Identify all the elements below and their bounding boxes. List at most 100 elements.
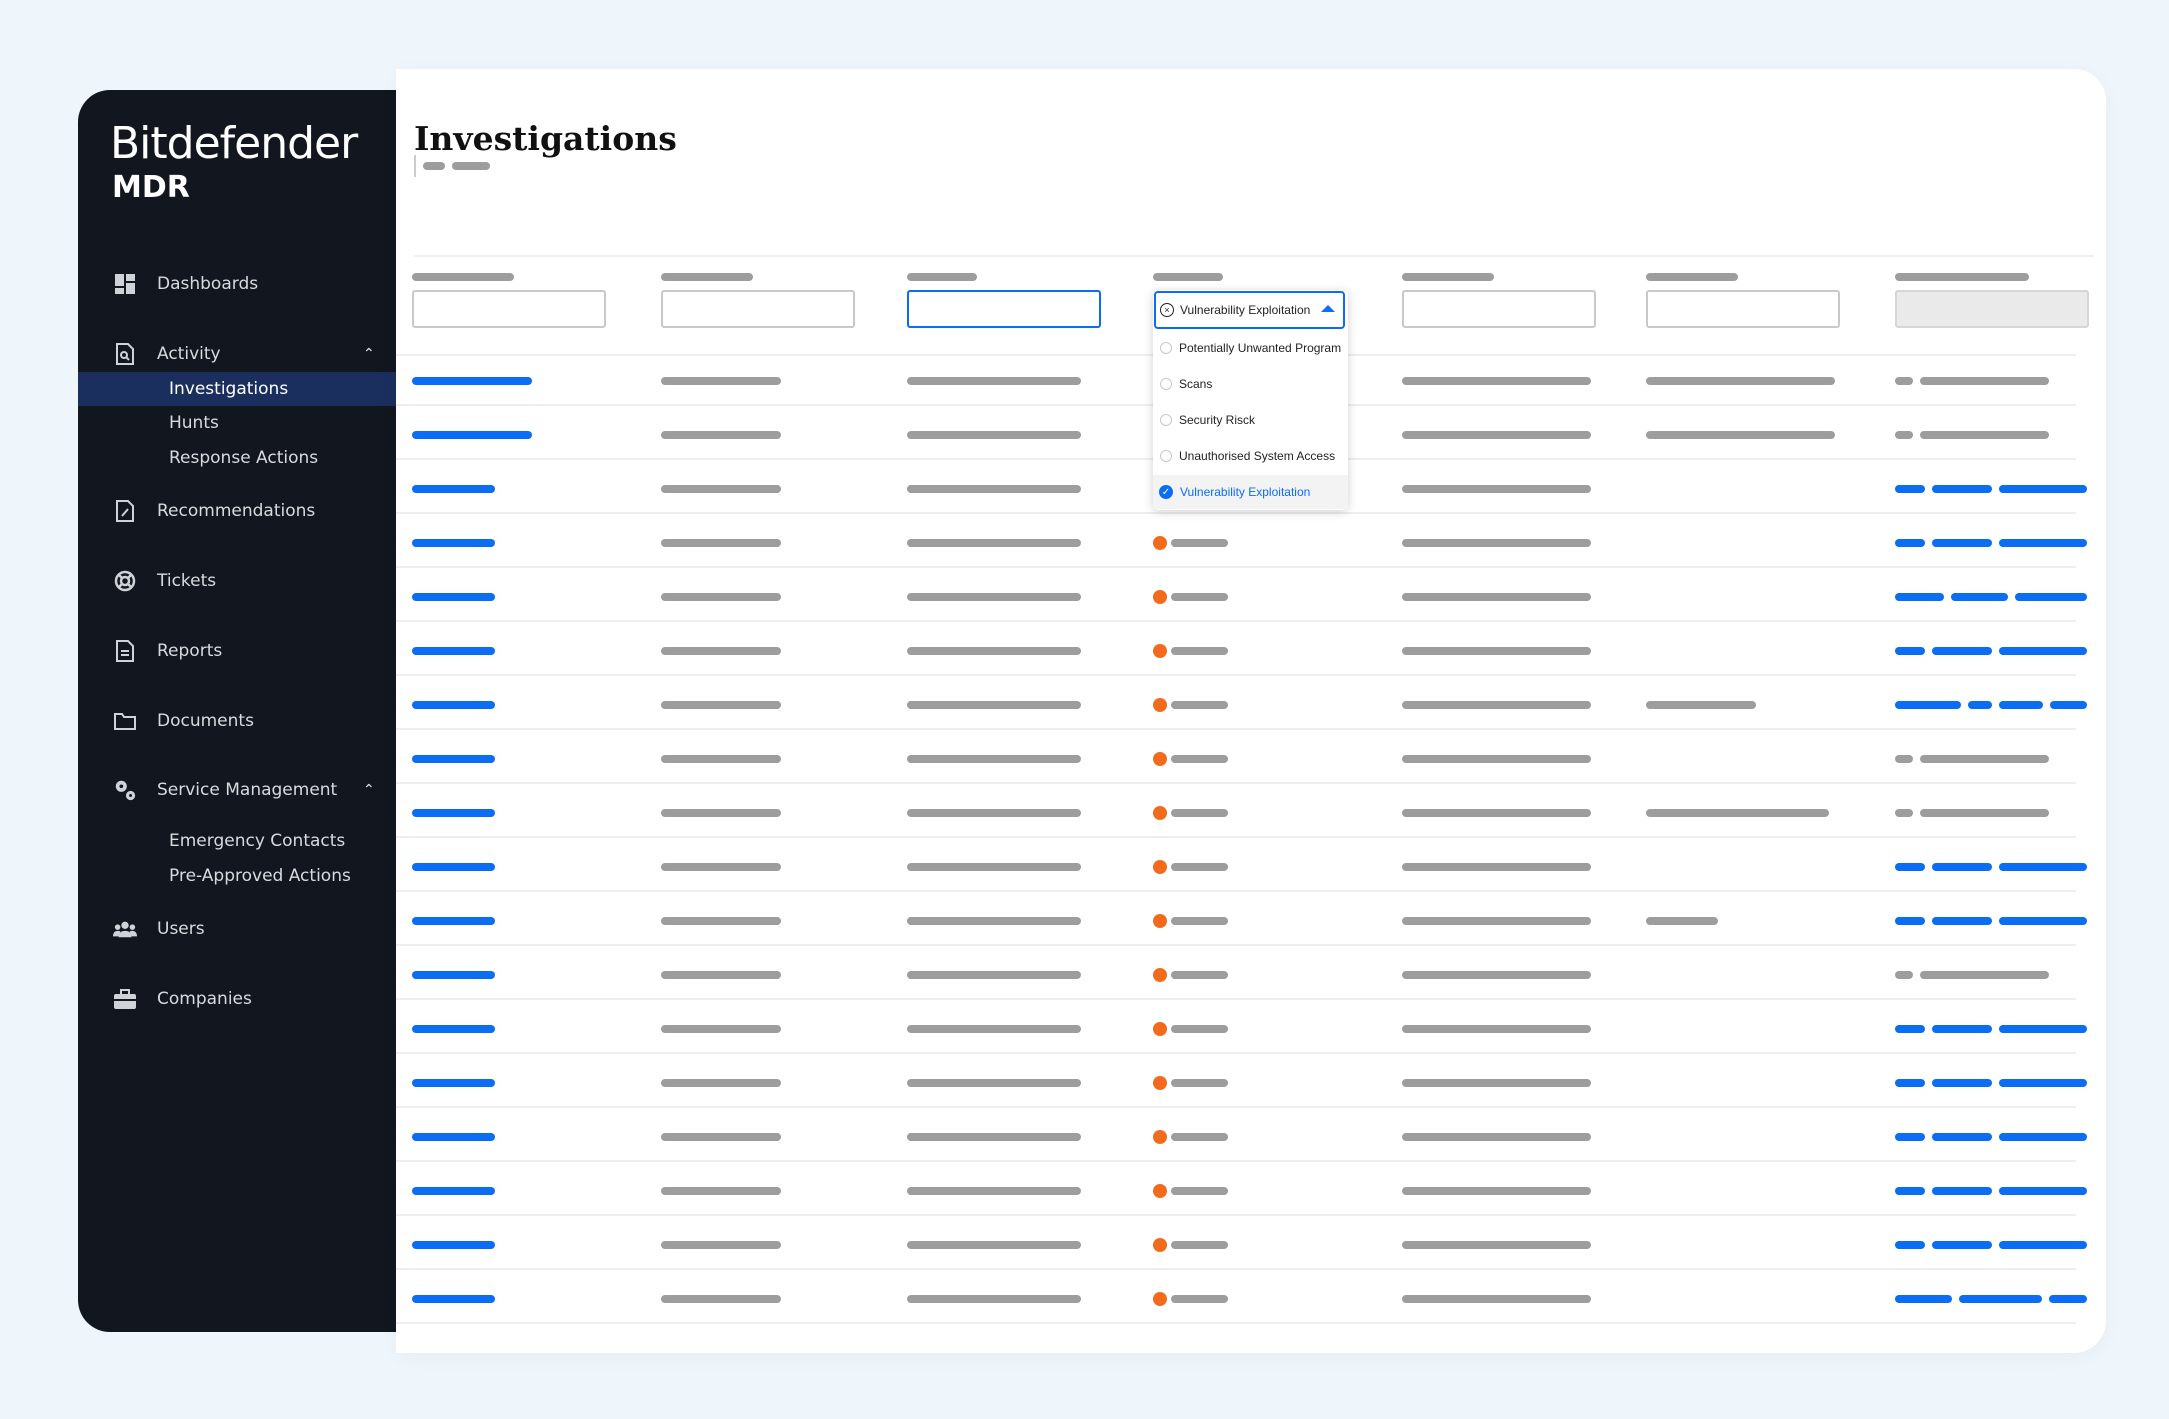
tag-placeholder[interactable] — [1895, 1025, 1925, 1033]
tag-placeholder[interactable] — [1895, 539, 1925, 547]
investigation-link[interactable] — [412, 1241, 495, 1249]
tag-placeholder[interactable] — [1932, 1025, 1992, 1033]
tag-placeholder[interactable] — [1932, 863, 1992, 871]
column-filter-input[interactable] — [1895, 290, 2089, 328]
column-filter-input[interactable] — [661, 290, 855, 328]
investigation-link[interactable] — [412, 1133, 495, 1141]
investigation-link[interactable] — [412, 377, 532, 385]
column-filter-input[interactable] — [907, 290, 1101, 328]
column-header[interactable] — [1153, 273, 1223, 281]
investigation-link[interactable] — [412, 539, 495, 547]
tag-placeholder[interactable] — [2049, 1295, 2087, 1303]
chevron-up-icon[interactable]: ⌃ — [363, 346, 375, 362]
tag-placeholder[interactable] — [1951, 593, 2008, 601]
tag-placeholder[interactable] — [2050, 701, 2087, 709]
sidebar-item-users[interactable]: Users — [78, 912, 396, 946]
dropdown-option[interactable]: Scans — [1153, 367, 1348, 401]
column-header[interactable] — [907, 273, 977, 281]
tag-placeholder[interactable] — [1999, 1025, 2087, 1033]
sidebar-item-pre-approved-actions[interactable]: Pre-Approved Actions — [78, 859, 396, 893]
investigation-link[interactable] — [412, 593, 495, 601]
column-header[interactable] — [1402, 273, 1494, 281]
sidebar-item-response-actions[interactable]: Response Actions — [78, 441, 396, 475]
breadcrumb-item[interactable] — [423, 162, 445, 170]
tag-placeholder[interactable] — [1968, 701, 1992, 709]
tag-placeholder[interactable] — [1932, 1187, 1992, 1195]
chevron-up-icon[interactable]: ⌃ — [363, 782, 375, 798]
tag-placeholder[interactable] — [1932, 485, 1992, 493]
tag-placeholder[interactable] — [1895, 1295, 1952, 1303]
tag-placeholder[interactable] — [1959, 1295, 2042, 1303]
tag-placeholder[interactable] — [1895, 863, 1925, 871]
tag-placeholder[interactable] — [1999, 485, 2087, 493]
tag-placeholder[interactable] — [1932, 647, 1992, 655]
tag-placeholder[interactable] — [1895, 1133, 1925, 1141]
dropdown-option[interactable]: Security Risck — [1153, 403, 1348, 437]
tag-placeholder[interactable] — [1999, 647, 2087, 655]
investigation-link[interactable] — [412, 701, 495, 709]
investigation-link[interactable] — [412, 755, 495, 763]
dropdown-option[interactable]: Unauthorised System Access — [1153, 439, 1348, 473]
tag-placeholder[interactable] — [1932, 539, 1992, 547]
tag-placeholder[interactable] — [1999, 701, 2043, 709]
sidebar-item-label: Response Actions — [169, 448, 319, 468]
tag-placeholder[interactable] — [1895, 1241, 1925, 1249]
tag-placeholder[interactable] — [1932, 1133, 1992, 1141]
tag-placeholder[interactable] — [1999, 1079, 2087, 1087]
tag-placeholder[interactable] — [1895, 701, 1961, 709]
dropdown-option[interactable]: Potentially Unwanted Program — [1153, 331, 1348, 365]
column-header[interactable] — [1646, 273, 1738, 281]
sidebar-item-documents[interactable]: Documents — [78, 704, 396, 738]
investigation-link[interactable] — [412, 431, 532, 439]
tag-placeholder[interactable] — [1895, 593, 1944, 601]
sidebar-item-reports[interactable]: Reports — [78, 634, 396, 668]
tag-placeholder[interactable] — [1895, 1079, 1925, 1087]
investigation-link[interactable] — [412, 485, 495, 493]
column-header[interactable] — [661, 273, 753, 281]
caret-up-icon[interactable] — [1321, 305, 1335, 312]
tag-placeholder[interactable] — [1999, 1133, 2087, 1141]
tag-placeholder[interactable] — [1999, 1187, 2087, 1195]
column-filter-input[interactable] — [1402, 290, 1596, 328]
dropdown-option[interactable]: ✓ Vulnerability Exploitation — [1153, 475, 1348, 509]
tag-placeholder[interactable] — [1895, 485, 1925, 493]
tag-placeholder[interactable] — [1932, 1241, 1992, 1249]
tag-placeholder[interactable] — [1895, 917, 1925, 925]
tag-placeholder[interactable] — [1999, 539, 2087, 547]
row-divider — [396, 1322, 2076, 1324]
sidebar-item-emergency-contacts[interactable]: Emergency Contacts — [78, 824, 396, 858]
column-header[interactable] — [1895, 273, 2029, 281]
breadcrumb-item[interactable] — [452, 162, 490, 170]
tag-placeholder[interactable] — [1999, 1241, 2087, 1249]
investigation-link[interactable] — [412, 917, 495, 925]
type-filter-dropdown[interactable]: × Vulnerability Exploitation Potentially… — [1153, 290, 1348, 510]
tag-placeholder[interactable] — [2015, 593, 2087, 601]
tag-placeholder[interactable] — [1895, 647, 1925, 655]
investigation-link[interactable] — [412, 1079, 495, 1087]
investigation-link[interactable] — [412, 809, 495, 817]
sidebar-item-recommendations[interactable]: Recommendations — [78, 494, 396, 528]
investigation-link[interactable] — [412, 647, 495, 655]
investigation-link[interactable] — [412, 863, 495, 871]
sidebar-item-service-management[interactable]: Service Management ⌃ — [78, 773, 396, 807]
tag-placeholder[interactable] — [1895, 1187, 1925, 1195]
tag-placeholder[interactable] — [1932, 1079, 1992, 1087]
column-header[interactable] — [412, 273, 514, 281]
sidebar-item-tickets[interactable]: Tickets — [78, 564, 396, 598]
tag-placeholder[interactable] — [1999, 917, 2087, 925]
clear-icon[interactable]: × — [1160, 303, 1174, 317]
investigation-link[interactable] — [412, 1187, 495, 1195]
sidebar-item-investigations[interactable]: Investigations — [78, 372, 396, 406]
investigation-link[interactable] — [412, 971, 495, 979]
investigation-link[interactable] — [412, 1025, 495, 1033]
sidebar-item-dashboards[interactable]: Dashboards — [78, 267, 396, 301]
sidebar-item-activity[interactable]: Activity ⌃ — [78, 337, 396, 371]
tag-placeholder[interactable] — [1999, 863, 2087, 871]
sidebar-item-hunts[interactable]: Hunts — [78, 406, 396, 440]
investigation-link[interactable] — [412, 1295, 495, 1303]
type-filter-field[interactable]: × Vulnerability Exploitation — [1154, 291, 1345, 329]
tag-placeholder[interactable] — [1932, 917, 1992, 925]
column-filter-input[interactable] — [412, 290, 606, 328]
sidebar-item-companies[interactable]: Companies — [78, 982, 396, 1016]
column-filter-input[interactable] — [1646, 290, 1840, 328]
